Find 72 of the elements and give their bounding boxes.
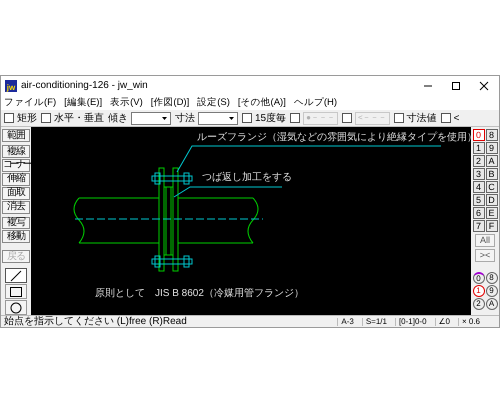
layer-toggle-button[interactable]: >< xyxy=(475,249,495,262)
group-button[interactable]: 8 xyxy=(486,272,498,284)
checkbox-label: < xyxy=(454,112,460,126)
tool-button[interactable]: 範囲 xyxy=(2,129,30,142)
checkbox-label: 矩形 xyxy=(17,112,37,126)
group-button[interactable]: 2 xyxy=(472,298,484,310)
layer-button[interactable]: 6 xyxy=(472,207,484,220)
status-field: S=1/1 xyxy=(362,318,387,326)
layer-button[interactable]: 3 xyxy=(472,168,484,180)
menu-item[interactable]: [作図(D)] xyxy=(150,96,190,110)
field-label: 傾き xyxy=(108,112,128,126)
menu-item[interactable]: ファイル(F) xyxy=(4,96,56,110)
layer-button[interactable]: 5 xyxy=(472,194,484,206)
menu-item[interactable]: 設定(S) xyxy=(197,96,230,110)
dropdown-field[interactable] xyxy=(131,112,171,125)
rectangle-icon xyxy=(10,286,22,297)
line-icon xyxy=(10,270,22,282)
checkbox[interactable] xyxy=(4,113,14,124)
checkbox[interactable] xyxy=(440,113,451,124)
tool-button[interactable]: コーナー xyxy=(2,158,30,172)
close-icon[interactable] xyxy=(479,80,489,91)
layer-button[interactable]: B xyxy=(486,168,498,180)
tool-button[interactable]: 伸縮 xyxy=(2,172,30,186)
status-message: 始点を指示してください (L)free (R)Read xyxy=(4,316,187,327)
checkbox-label: 寸法値 xyxy=(406,112,437,126)
tool-button[interactable]: 複線 xyxy=(2,145,30,158)
layer-button[interactable]: 0 xyxy=(472,129,484,142)
checkbox[interactable] xyxy=(242,113,252,124)
layer-button[interactable]: C xyxy=(486,181,498,194)
window-title: air-conditioning-126 - jw_win xyxy=(21,79,148,94)
status-field: × 0.6 xyxy=(458,318,480,326)
layer-button[interactable]: A xyxy=(486,155,498,168)
dropdown-field[interactable] xyxy=(198,112,238,125)
status-field: A-3 xyxy=(337,318,354,326)
layer-button[interactable]: F xyxy=(486,220,498,232)
checkbox-label: 15度毎 xyxy=(255,112,286,126)
checkbox[interactable] xyxy=(394,113,404,124)
tool-button[interactable]: 消去 xyxy=(2,200,30,214)
tool-button[interactable]: 複写 xyxy=(2,216,30,230)
maximize-icon[interactable] xyxy=(451,80,461,91)
layer-button[interactable]: 7 xyxy=(472,220,484,232)
layer-button[interactable]: 2 xyxy=(472,155,484,168)
group-button[interactable]: A xyxy=(486,298,498,310)
layer-button[interactable]: 1 xyxy=(472,142,484,154)
app-icon: jw xyxy=(5,80,17,92)
status-field: [0-1]0-0 xyxy=(394,318,427,326)
layer-toggle-button[interactable]: All xyxy=(475,234,495,248)
drawing-canvas[interactable]: ルーズフランジ（湿気などの雰囲気により絶縁タイプを使用） つば返し加工をする 原則として JIS B 8602（冷媒用管フランジ） xyxy=(31,127,471,316)
layer-button[interactable]: 4 xyxy=(472,181,484,194)
group-button[interactable]: 1 xyxy=(472,285,484,298)
menu-item[interactable]: [その他(A)] xyxy=(238,96,286,110)
tool-button[interactable]: 移動 xyxy=(2,230,30,244)
circle-icon xyxy=(10,302,22,314)
annotation-text: 原則として JIS B 8602（冷媒用管フランジ） xyxy=(95,289,304,300)
checkbox-label: 水平・垂直 xyxy=(54,112,104,126)
menu-item[interactable]: ヘルプ(H) xyxy=(294,96,338,110)
annotation-text: つば返し加工をする xyxy=(202,173,292,184)
status-field: ∠0 xyxy=(434,318,450,326)
layer-button[interactable]: 9 xyxy=(486,142,498,154)
menu-item[interactable]: [編集(E)] xyxy=(64,96,102,110)
layer-button[interactable]: E xyxy=(486,207,498,220)
layer-button[interactable]: D xyxy=(486,194,498,206)
field-label: 寸法 xyxy=(175,112,195,126)
group-button[interactable]: 0 xyxy=(472,272,484,284)
layer-button[interactable]: 8 xyxy=(486,129,498,142)
tool-button[interactable]: 面取 xyxy=(2,186,30,200)
shape-tool-button[interactable] xyxy=(5,284,27,300)
menu-item[interactable]: 表示(V) xyxy=(110,96,143,110)
group-button[interactable]: 9 xyxy=(486,285,498,298)
shape-tool-button[interactable] xyxy=(5,268,27,284)
checkbox[interactable] xyxy=(41,113,51,124)
shape-tool-button[interactable] xyxy=(5,300,27,316)
